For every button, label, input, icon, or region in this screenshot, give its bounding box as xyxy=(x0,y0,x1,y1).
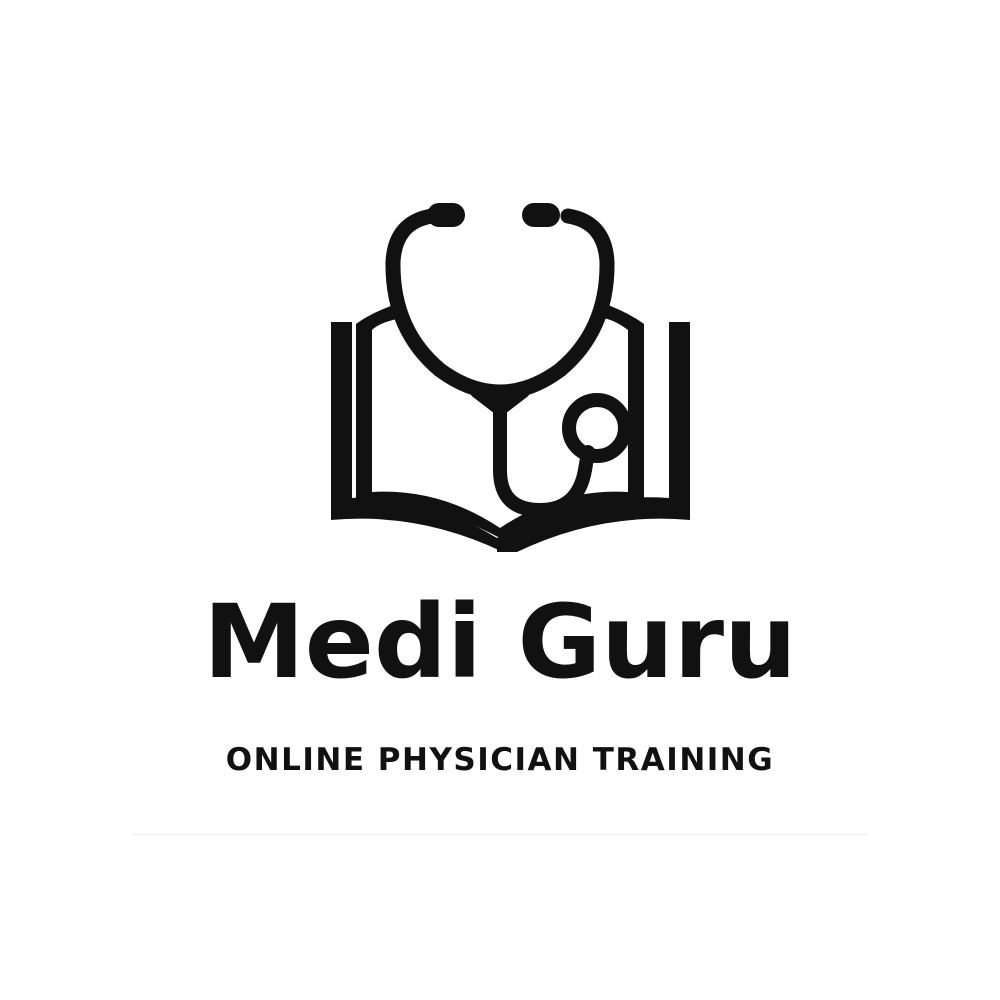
stethoscope-icon xyxy=(385,203,632,517)
tagline: ONLINE PHYSICIAN TRAINING xyxy=(225,742,775,778)
book-stethoscope-icon xyxy=(331,203,690,552)
open-book-icon xyxy=(331,302,690,552)
brand-name: Medi Guru xyxy=(203,583,797,702)
divider xyxy=(133,834,867,835)
logo xyxy=(331,203,690,552)
